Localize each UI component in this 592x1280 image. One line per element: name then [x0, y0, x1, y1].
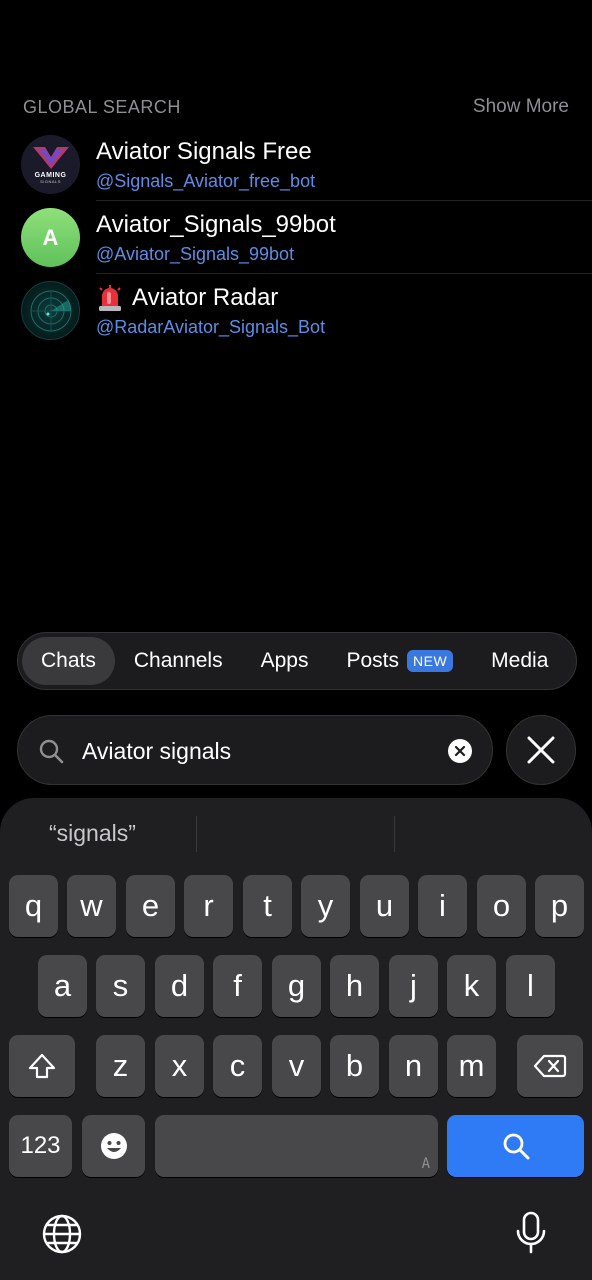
emoji-icon [100, 1133, 127, 1159]
space-key[interactable]: A [155, 1115, 438, 1177]
backspace-key[interactable] [517, 1035, 583, 1097]
key-d[interactable]: d [155, 955, 204, 1017]
key-c[interactable]: c [213, 1035, 262, 1097]
key-t[interactable]: t [243, 875, 292, 937]
tab-channels[interactable]: Channels [115, 637, 242, 685]
close-icon [527, 736, 555, 764]
result-handle: @Signals_Aviator_free_bot [96, 171, 316, 191]
clear-search-icon[interactable] [448, 739, 472, 763]
suggestion-divider [394, 816, 395, 852]
key-n[interactable]: n [389, 1035, 438, 1097]
gaming-logo-icon [32, 147, 69, 169]
key-w[interactable]: w [67, 875, 116, 937]
show-more-button[interactable]: Show More [473, 96, 569, 118]
result-name: Aviator Signals Free [96, 138, 312, 165]
key-i[interactable]: i [418, 875, 467, 937]
tab-chats[interactable]: Chats [22, 637, 115, 685]
key-k[interactable]: k [447, 955, 496, 1017]
search-result-item[interactable]: GAMING SIGNALS Aviator Signals Free @Sig… [0, 128, 592, 201]
space-key-hint: A [421, 1156, 430, 1172]
avatar: A [21, 208, 80, 267]
result-name: Aviator Radar [132, 284, 279, 311]
key-e[interactable]: e [126, 875, 175, 937]
suggestion-divider [196, 816, 197, 852]
tab-apps[interactable]: Apps [242, 637, 328, 685]
close-search-button[interactable] [506, 715, 576, 785]
result-handle: @Aviator_Signals_99bot [96, 244, 295, 264]
global-search-header: GLOBAL SEARCH Show More [23, 94, 569, 120]
tab-posts-label: Posts [346, 649, 399, 672]
key-p[interactable]: p [535, 875, 584, 937]
autocomplete-suggestion[interactable]: “signals” [49, 820, 136, 847]
key-r[interactable]: r [184, 875, 233, 937]
emoji-key[interactable] [82, 1115, 145, 1177]
key-s[interactable]: s [96, 955, 145, 1017]
avatar: GAMING SIGNALS [21, 135, 80, 194]
key-m[interactable]: m [447, 1035, 496, 1097]
key-x[interactable]: x [155, 1035, 204, 1097]
shift-icon [28, 1053, 56, 1079]
key-g[interactable]: g [272, 955, 321, 1017]
key-z[interactable]: z [96, 1035, 145, 1097]
key-u[interactable]: u [360, 875, 409, 937]
tab-posts[interactable]: Posts NEW [327, 637, 472, 685]
key-b[interactable]: b [330, 1035, 379, 1097]
microphone-icon[interactable] [514, 1210, 548, 1256]
key-o[interactable]: o [477, 875, 526, 937]
result-name: Aviator_Signals_99bot [96, 211, 336, 238]
search-icon [503, 1133, 529, 1160]
key-q[interactable]: q [9, 875, 58, 937]
search-key[interactable] [447, 1115, 584, 1177]
tab-media[interactable]: Media [472, 637, 567, 685]
search-result-item[interactable]: A Aviator_Signals_99bot @Aviator_Signals… [0, 201, 592, 274]
avatar-logo-subtext: SIGNALS [40, 179, 61, 184]
search-icon [39, 739, 64, 764]
shift-key[interactable] [9, 1035, 75, 1097]
key-v[interactable]: v [272, 1035, 321, 1097]
numbers-key-label: 123 [20, 1132, 61, 1159]
globe-icon[interactable] [41, 1213, 83, 1255]
new-badge: NEW [407, 650, 454, 672]
key-l[interactable]: l [506, 955, 555, 1017]
result-handle: @RadarAviator_Signals_Bot [96, 317, 326, 337]
avatar [21, 281, 80, 340]
backspace-icon [533, 1054, 567, 1078]
numbers-key[interactable]: 123 [9, 1115, 72, 1177]
keyboard: “signals” q w e r t y u i o p a s d f g … [0, 798, 592, 1280]
siren-icon [96, 284, 124, 312]
search-input[interactable]: Aviator signals [17, 715, 493, 785]
search-filter-tabs: Chats Channels Apps Posts NEW Media [17, 632, 577, 690]
radar-icon [30, 290, 71, 331]
key-y[interactable]: y [301, 875, 350, 937]
key-h[interactable]: h [330, 955, 379, 1017]
search-input-value: Aviator signals [82, 738, 232, 764]
key-f[interactable]: f [213, 955, 262, 1017]
search-result-item[interactable]: Aviator Radar @RadarAviator_Signals_Bot [0, 274, 592, 347]
avatar-logo-text: GAMING [34, 172, 67, 179]
section-title: GLOBAL SEARCH [23, 96, 181, 117]
key-j[interactable]: j [389, 955, 438, 1017]
key-a[interactable]: a [38, 955, 87, 1017]
